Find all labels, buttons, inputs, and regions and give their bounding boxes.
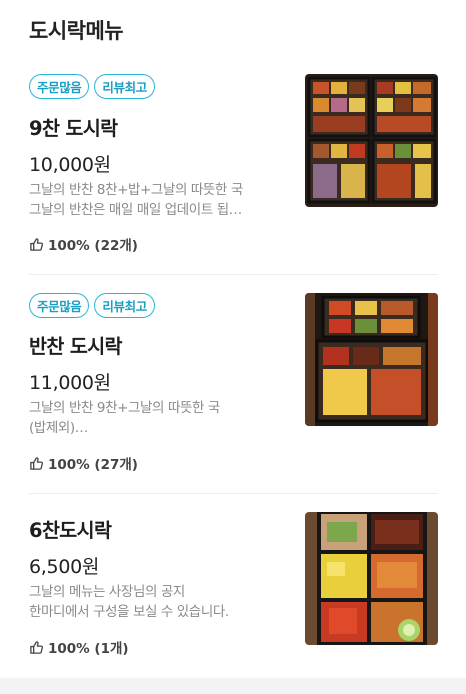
section-title: 도시락메뉴: [29, 19, 124, 43]
menu-item-name: 9찬 도시락: [29, 117, 118, 140]
menu-item-name: 반찬 도시락: [29, 335, 122, 358]
bottom-spacer: [0, 678, 466, 694]
menu-item-banchan[interactable]: 주문많음 리뷰최고 반찬 도시락 11,000원 그날의 반찬 9찬+그날의 따…: [29, 293, 438, 493]
divider: [29, 493, 438, 494]
menu-item-price: 6,500원: [29, 556, 100, 578]
badge-best-review: 리뷰최고: [94, 74, 155, 99]
review-score: 100% (1개): [29, 637, 129, 657]
menu-item-description: 그날의 메뉴는 사장님의 공지 한마디에서 구성을 보실 수 있습니다.: [29, 584, 229, 620]
review-text: 100% (1개): [48, 641, 129, 657]
lunchbox-photo: [305, 512, 438, 645]
thumbs-up-icon: [30, 640, 44, 654]
menu-item-9chan[interactable]: 주문많음 리뷰최고 9찬 도시락 10,000원 그날의 반찬 8찬+밥+그날의…: [29, 74, 438, 274]
review-score: 100% (22개): [29, 234, 138, 254]
menu-item-name: 6찬도시락: [29, 519, 112, 542]
menu-item-description: 그날의 반찬 8찬+밥+그날의 따뜻한 국 그날의 반찬은 매일 매일 업데이트…: [29, 182, 243, 218]
badge-best-review: 리뷰최고: [94, 293, 155, 318]
menu-item-price: 11,000원: [29, 372, 111, 394]
menu-item-description: 그날의 반찬 9찬+그날의 따뜻한 국 (밥제외)…: [29, 400, 220, 436]
badge-popular: 주문많음: [29, 293, 90, 318]
lunchbox-photo: [305, 293, 438, 426]
review-score: 100% (27개): [29, 453, 138, 473]
lunchbox-photo: [305, 74, 438, 207]
badge-popular: 주문많음: [29, 74, 90, 99]
menu-item-price: 10,000원: [29, 154, 111, 176]
menu-item-6chan[interactable]: 6찬도시락 6,500원 그날의 메뉴는 사장님의 공지 한마디에서 구성을 보…: [29, 510, 438, 685]
thumbs-up-icon: [30, 456, 44, 470]
review-text: 100% (22개): [48, 238, 138, 254]
thumbs-up-icon: [30, 237, 44, 251]
divider: [29, 274, 438, 275]
review-text: 100% (27개): [48, 457, 138, 473]
